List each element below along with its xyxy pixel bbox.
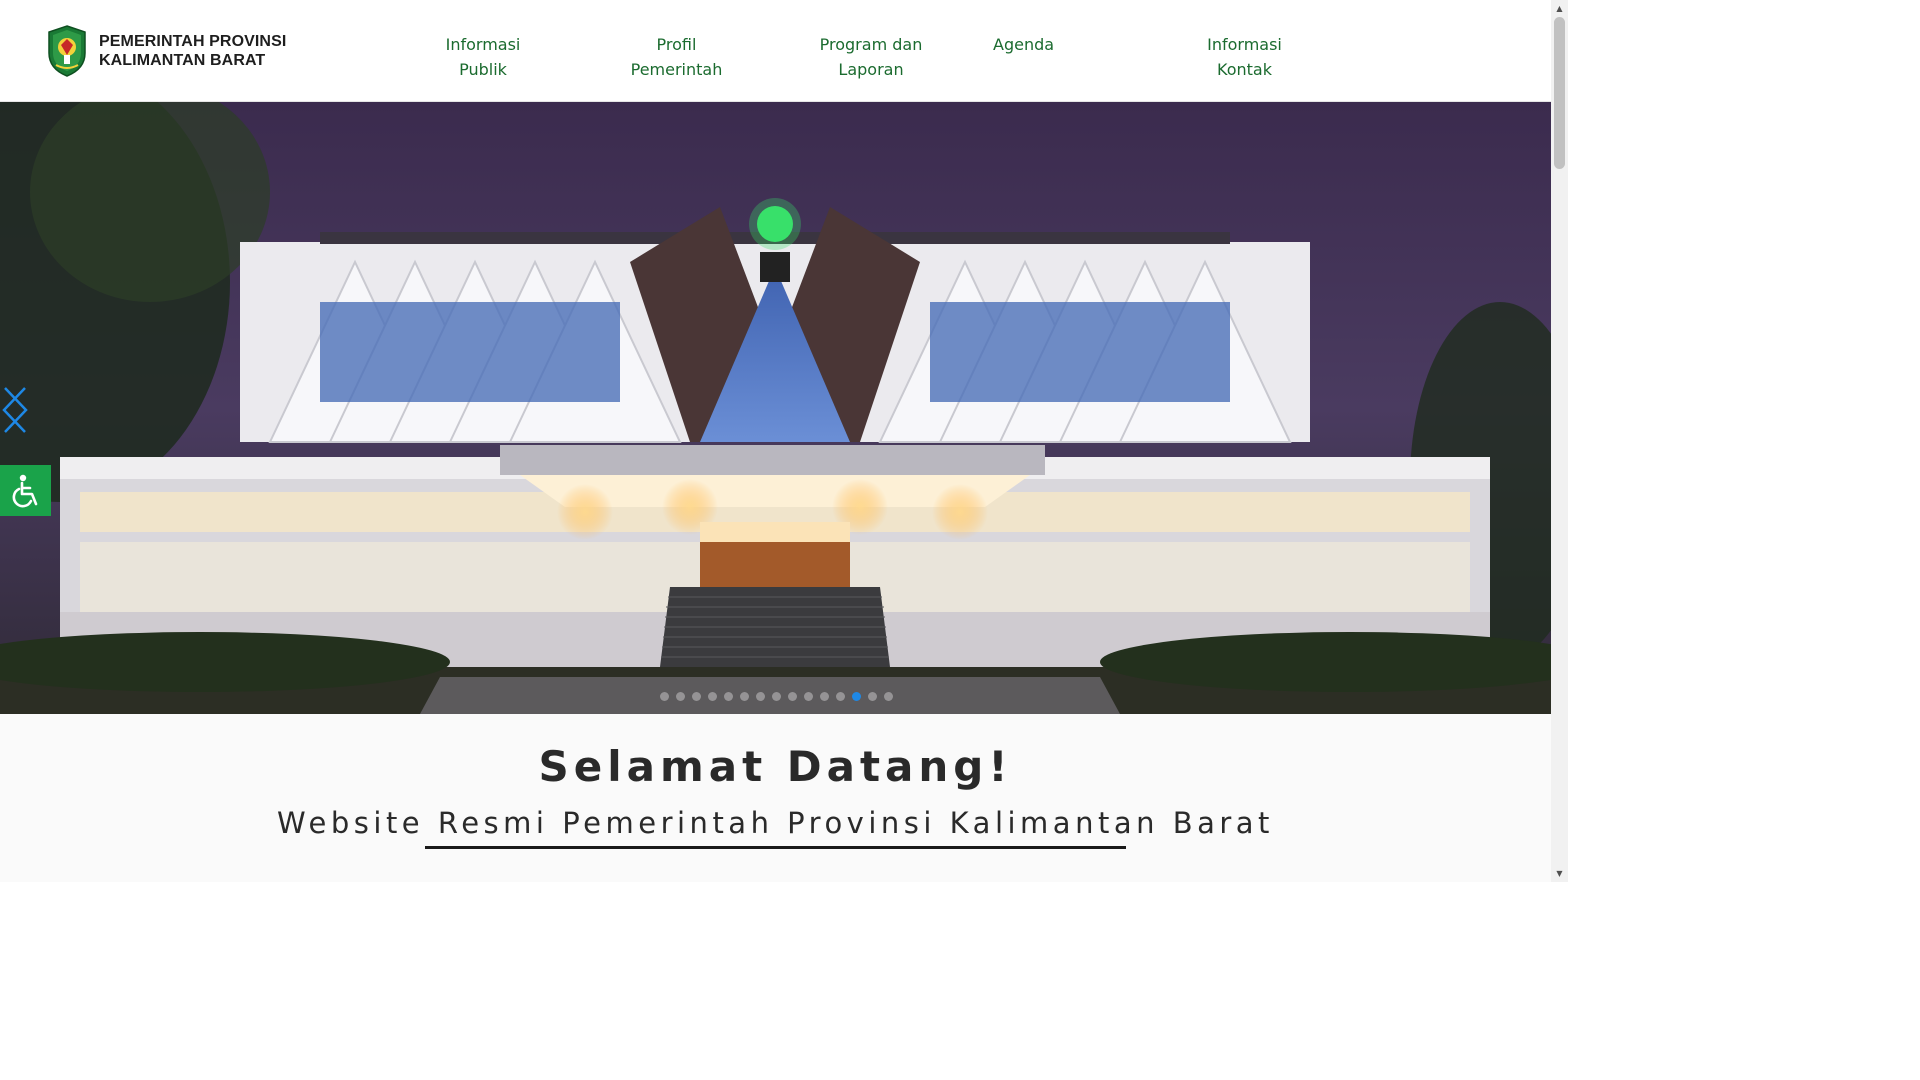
carousel-indicator-dot[interactable] <box>852 692 861 701</box>
title-underline <box>425 846 1126 849</box>
kalbar-crest-icon <box>48 25 86 77</box>
page: PEMERINTAH PROVINSI KALIMANTAN BARAT Inf… <box>0 0 1568 882</box>
page-scrollbar[interactable]: ▲ ▼ <box>1551 0 1568 882</box>
carousel-indicator-dot[interactable] <box>788 692 797 701</box>
carousel-indicator-dot[interactable] <box>756 692 765 701</box>
hero-slide-image <box>0 102 1551 714</box>
carousel-indicator-dot[interactable] <box>804 692 813 701</box>
carousel-indicator-dot[interactable] <box>772 692 781 701</box>
wheelchair-icon <box>12 474 37 507</box>
brand-line-2: KALIMANTAN BARAT <box>99 52 266 69</box>
carousel-indicator-dot[interactable] <box>724 692 733 701</box>
chevron-right-icon[interactable] <box>0 385 30 435</box>
accessibility-button[interactable] <box>0 465 51 516</box>
scrollbar-thumb[interactable] <box>1554 17 1565 169</box>
welcome-section: Selamat Datang! Website Resmi Pemerintah… <box>0 714 1551 882</box>
brand-name: PEMERINTAH PROVINSI KALIMANTAN BARAT <box>99 32 286 70</box>
carousel-indicator-dot[interactable] <box>676 692 685 701</box>
scroll-down-arrow-icon[interactable]: ▼ <box>1551 865 1568 882</box>
scroll-up-arrow-icon[interactable]: ▲ <box>1551 0 1568 17</box>
nav-profil-pemerintah[interactable]: Profil Pemerintah <box>614 32 739 82</box>
nav-agenda[interactable]: Agenda <box>993 32 1054 57</box>
carousel-indicator-dot[interactable] <box>708 692 717 701</box>
nav-program-dan-laporan[interactable]: Program dan Laporan <box>812 32 930 82</box>
brand-line-1: PEMERINTAH PROVINSI <box>99 33 287 50</box>
carousel-indicator-dot[interactable] <box>820 692 829 701</box>
hero-carousel <box>0 102 1551 714</box>
carousel-indicator-dot[interactable] <box>660 692 669 701</box>
carousel-indicator-dot[interactable] <box>692 692 701 701</box>
brand-link[interactable]: PEMERINTAH PROVINSI KALIMANTAN BARAT <box>47 25 286 77</box>
welcome-title: Selamat Datang! <box>538 742 1013 791</box>
carousel-indicator-dot[interactable] <box>836 692 845 701</box>
site-header: PEMERINTAH PROVINSI KALIMANTAN BARAT Inf… <box>0 0 1551 102</box>
carousel-indicator-dot[interactable] <box>884 692 893 701</box>
welcome-subtitle: Website Resmi Pemerintah Provinsi Kalima… <box>277 806 1274 840</box>
carousel-indicators <box>660 692 893 701</box>
carousel-indicator-dot[interactable] <box>740 692 749 701</box>
nav-informasi-publik[interactable]: Informasi Publik <box>425 32 541 82</box>
carousel-indicator-dot[interactable] <box>868 692 877 701</box>
nav-informasi-kontak[interactable]: Informasi Kontak <box>1183 32 1306 82</box>
